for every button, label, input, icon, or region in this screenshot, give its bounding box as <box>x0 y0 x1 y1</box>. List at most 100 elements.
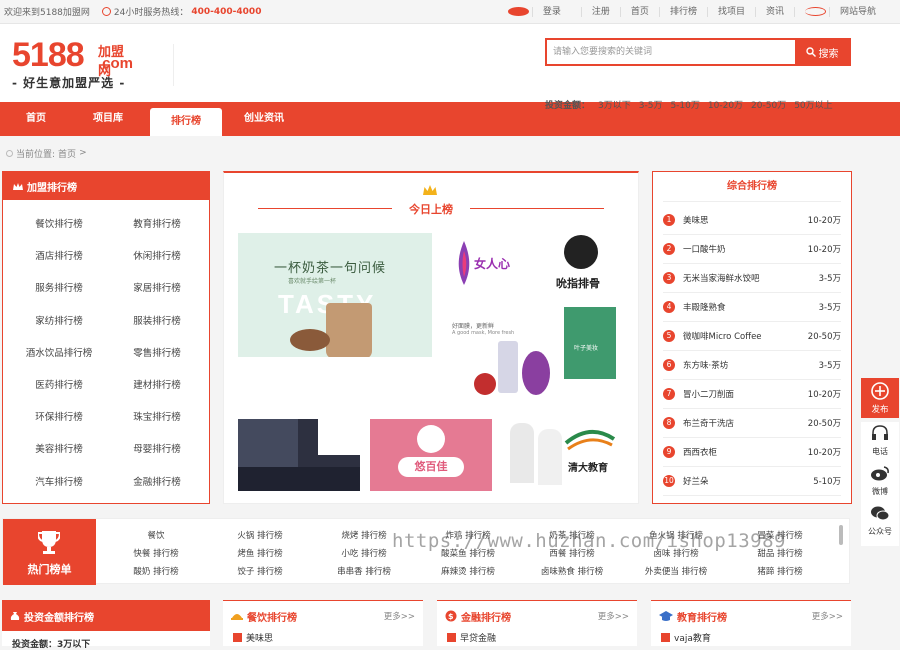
hot-link[interactable]: 快餐 排行榜 <box>111 547 201 559</box>
wechat-button[interactable]: 公众号 <box>861 502 899 542</box>
finance-first-item[interactable]: 早贷金融 <box>437 631 637 644</box>
invest-option[interactable]: 50万以上 <box>794 98 832 111</box>
food-first-item[interactable]: 美味思 <box>223 631 423 644</box>
rank-price: 20-50万 <box>807 332 841 342</box>
category-link[interactable]: 家居排行榜 <box>117 280 197 312</box>
hot-link[interactable]: 麻辣烫 排行榜 <box>423 565 513 577</box>
category-link[interactable]: 医药排行榜 <box>19 377 99 409</box>
invest-option[interactable]: 3万以下 <box>598 98 631 111</box>
category-link[interactable]: 母婴排行榜 <box>117 441 197 473</box>
hot-link[interactable]: 串串香 排行榜 <box>319 565 409 577</box>
rank-number: 5 <box>663 330 675 342</box>
ranking-row[interactable]: 9 西西衣柜 10-20万 <box>663 438 841 467</box>
rank-number: 1 <box>663 214 675 226</box>
publish-button[interactable]: 发布 <box>861 378 899 418</box>
register-link[interactable]: 注册 <box>580 6 620 17</box>
nav-projects[interactable]: 项目库 <box>78 102 138 136</box>
bottle <box>498 341 518 393</box>
category-link[interactable]: 建材排行榜 <box>117 377 197 409</box>
invest-first-item[interactable]: 投资金额：3万以下 <box>2 631 210 650</box>
category-link[interactable]: 美容排行榜 <box>19 441 99 473</box>
hot-link[interactable]: 餐饮 <box>111 529 201 541</box>
category-link[interactable]: 餐饮排行榜 <box>19 216 99 248</box>
ranking-row[interactable]: 7 冒小二刀削面 10-20万 <box>663 380 841 409</box>
compass-icon <box>804 7 826 16</box>
youbaijia-ad[interactable]: 悠百佳 <box>370 419 492 491</box>
hot-link[interactable]: 烤鱼 排行榜 <box>215 547 305 559</box>
find-project-link[interactable]: 找项目 <box>706 6 755 17</box>
ranking-row[interactable]: 4 丰殿隆熟食 3-5万 <box>663 293 841 322</box>
hot-link[interactable]: 外卖便当 排行榜 <box>631 565 721 577</box>
nvxin-logo[interactable]: 女人心 <box>452 233 522 295</box>
headset-icon <box>872 425 888 440</box>
hot-link[interactable]: 猪蹄 排行榜 <box>735 565 825 577</box>
category-link[interactable]: 环保排行榜 <box>19 409 99 441</box>
ranking-link[interactable]: 排行榜 <box>658 6 707 17</box>
category-link[interactable]: 服装排行榜 <box>117 313 197 345</box>
invest-option[interactable]: 5-10万 <box>670 98 699 111</box>
category-link[interactable]: 教育排行榜 <box>117 216 197 248</box>
nav-ranking[interactable]: 排行榜 <box>150 108 222 136</box>
category-ranking-panel: 加盟排行榜 餐饮排行榜 酒店排行榜 服务排行榜 家纺排行榜 酒水饮品排行榜 医药… <box>2 171 210 504</box>
site-nav-link[interactable]: 网站导航 <box>793 6 896 17</box>
person-2 <box>538 429 562 485</box>
home-link[interactable]: 首页 <box>619 6 659 17</box>
category-link[interactable]: 服务排行榜 <box>19 280 99 312</box>
ranking-row[interactable]: 8 布兰奇干洗店 20-50万 <box>663 409 841 438</box>
invest-option[interactable]: 20-50万 <box>751 98 786 111</box>
crown-icon <box>423 185 437 195</box>
mask-ad[interactable]: 好面膜，更新鲜 A good mask, More fresh 叶子美妆 <box>450 307 626 403</box>
hot-badge: 热门榜单 <box>3 519 96 585</box>
drop-icon <box>458 241 470 285</box>
nav-home[interactable]: 首页 <box>6 102 66 136</box>
hot-link[interactable]: 酸奶 排行榜 <box>111 565 201 577</box>
category-link[interactable]: 家纺排行榜 <box>19 313 99 345</box>
ranking-row[interactable]: 6 东方味·茶坊 3-5万 <box>663 351 841 380</box>
phone-button[interactable]: 电话 <box>861 422 899 462</box>
hotel-ad[interactable] <box>238 419 360 491</box>
welcome-text: 欢迎来到5188加盟网 <box>4 8 90 18</box>
category-col-1: 餐饮排行榜 酒店排行榜 服务排行榜 家纺排行榜 酒水饮品排行榜 医药排行榜 环保… <box>19 216 99 506</box>
scrollbar[interactable] <box>839 525 843 545</box>
edu-first-item[interactable]: vaja教育 <box>651 631 851 644</box>
weibo-button[interactable]: 微博 <box>861 462 899 502</box>
top-bar: 欢迎来到5188加盟网 24小时服务热线： 400-400-4000 登录 注册 … <box>0 0 900 24</box>
rank-price: 10-20万 <box>807 216 841 226</box>
site-logo[interactable]: 5188 加盟网 .com - 好生意加盟严选 - <box>12 38 133 91</box>
category-link[interactable]: 酒店排行榜 <box>19 248 99 280</box>
hot-link[interactable]: 卤味熟食 排行榜 <box>527 565 617 577</box>
category-link[interactable]: 酒水饮品排行榜 <box>19 345 99 377</box>
news-link[interactable]: 资讯 <box>754 6 794 17</box>
berry <box>474 373 496 395</box>
ranking-title: 综合排行榜 <box>663 172 841 202</box>
nav-news[interactable]: 创业资讯 <box>234 102 294 136</box>
search-button[interactable]: 搜索 <box>795 40 849 64</box>
hot-link[interactable]: 饺子 排行榜 <box>215 565 305 577</box>
login-link[interactable]: 登录 <box>498 6 581 17</box>
ranking-row[interactable]: 10 好兰朵 5-10万 <box>663 467 841 496</box>
crumb-home[interactable]: 首页 <box>58 147 76 160</box>
category-link[interactable]: 汽车排行榜 <box>19 474 99 506</box>
ranking-row[interactable]: 3 无米当家海鲜水饺吧 3-5万 <box>663 264 841 293</box>
search-input[interactable]: 请输入您要搜索的关键词 <box>547 40 795 64</box>
hot-link[interactable]: 火锅 排行榜 <box>215 529 305 541</box>
finance-card-header: $ 金融排行榜 更多>> <box>437 601 637 631</box>
edu-ad[interactable]: 清大教育 <box>502 419 624 491</box>
rank-name: 无米当家海鲜水饺吧 <box>683 274 760 284</box>
category-link[interactable]: 零售排行榜 <box>117 345 197 377</box>
flower <box>522 351 550 395</box>
milk-tea-ad[interactable]: 一杯奶茶一句问候 喜欢就手绘第一杯 TASTY <box>238 233 432 357</box>
category-link[interactable]: 休闲排行榜 <box>117 248 197 280</box>
edu-more-link[interactable]: 更多>> <box>812 610 843 622</box>
ranking-row[interactable]: 5 微咖啡Micro Coffee 20-50万 <box>663 322 841 351</box>
finance-more-link[interactable]: 更多>> <box>598 610 629 622</box>
invest-option[interactable]: 10-20万 <box>708 98 743 111</box>
rank-price: 10-20万 <box>807 390 841 400</box>
category-link[interactable]: 珠宝排行榜 <box>117 409 197 441</box>
food-more-link[interactable]: 更多>> <box>384 610 415 622</box>
ranking-row[interactable]: 1 美味思 10-20万 <box>663 206 841 235</box>
paigu-logo[interactable]: 吮指排骨 <box>550 231 618 297</box>
invest-option[interactable]: 3-5万 <box>639 98 663 111</box>
ranking-row[interactable]: 2 一口酸牛奶 10-20万 <box>663 235 841 264</box>
category-link[interactable]: 金融排行榜 <box>117 474 197 506</box>
